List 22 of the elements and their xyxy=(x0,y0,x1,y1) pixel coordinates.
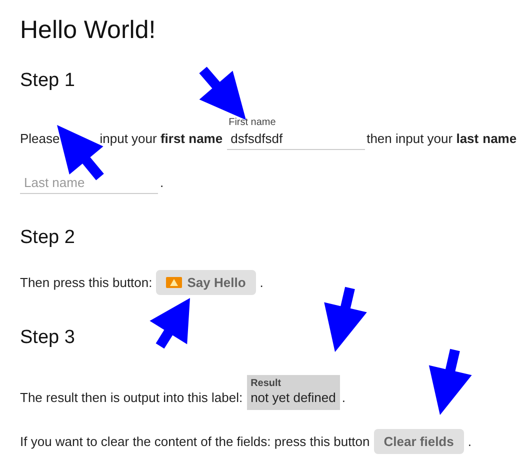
page-title: Hello World! xyxy=(20,15,157,46)
instruction-text: . xyxy=(468,434,472,449)
instruction-text: . xyxy=(160,175,164,190)
say-hello-button[interactable]: Say Hello xyxy=(156,270,256,295)
step-heading: Step 3 xyxy=(20,326,76,350)
warning-icon xyxy=(166,277,182,288)
step-heading: Step 2 xyxy=(20,226,76,250)
clear-button[interactable]: Clear fields xyxy=(374,429,464,454)
instruction-text: Then press this button: xyxy=(20,275,152,290)
annotation-arrow xyxy=(150,298,190,349)
instruction-text: If you want to clear the content of the fields: press this button xyxy=(20,434,370,449)
step-heading: Step 1 xyxy=(20,69,76,93)
instruction-text: . xyxy=(342,390,346,405)
instruction-text: name xyxy=(482,131,517,146)
instruction-text: input your first name xyxy=(100,131,223,146)
instruction-text: then input your last xyxy=(366,131,479,146)
annotation-arrow xyxy=(428,348,472,415)
instruction-text: Please xyxy=(20,131,60,146)
annotation-arrow xyxy=(324,286,367,352)
instruction-text: . xyxy=(260,275,264,290)
instruction-text: The result then is output into this label: xyxy=(20,390,243,405)
result-label: Result not yet defined xyxy=(246,375,340,410)
